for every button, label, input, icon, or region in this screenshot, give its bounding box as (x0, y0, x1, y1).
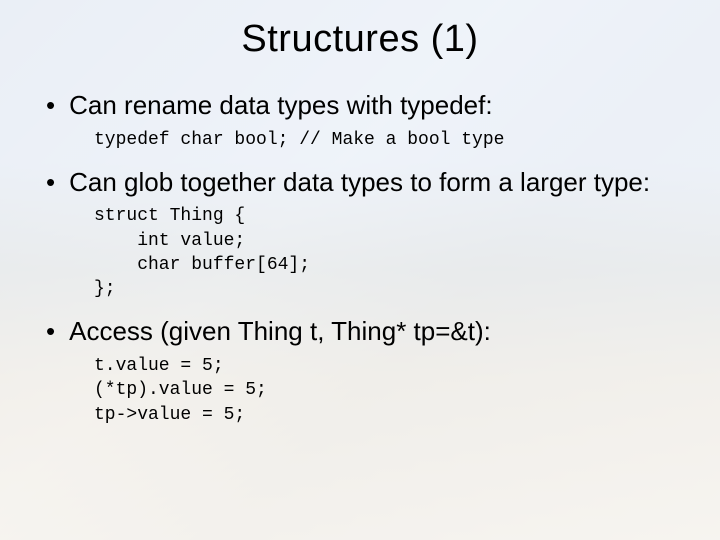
bullet-row: • Access (given Thing t, Thing* tp=&t): (46, 315, 682, 348)
slide-content: Structures (1) • Can rename data types w… (0, 0, 720, 427)
bullet-list: • Can rename data types with typedef: ty… (38, 89, 682, 427)
bullet-text: Can rename data types with typedef: (69, 89, 682, 122)
bullet-text: Access (given Thing t, Thing* tp=&t): (69, 315, 682, 348)
bullet-text: Can glob together data types to form a l… (69, 166, 682, 199)
bullet-row: • Can glob together data types to form a… (46, 166, 682, 199)
slide: Structures (1) • Can rename data types w… (0, 0, 720, 540)
page-title: Structures (1) (38, 18, 682, 61)
list-item: • Can rename data types with typedef: ty… (46, 89, 682, 152)
code-block: t.value = 5; (*tp).value = 5; tp->value … (94, 354, 682, 427)
bullet-icon: • (46, 166, 55, 199)
bullet-icon: • (46, 89, 55, 122)
code-block: struct Thing { int value; char buffer[64… (94, 204, 682, 301)
bullet-row: • Can rename data types with typedef: (46, 89, 682, 122)
code-block: typedef char bool; // Make a bool type (94, 128, 682, 152)
bullet-icon: • (46, 315, 55, 348)
list-item: • Can glob together data types to form a… (46, 166, 682, 302)
list-item: • Access (given Thing t, Thing* tp=&t): … (46, 315, 682, 426)
